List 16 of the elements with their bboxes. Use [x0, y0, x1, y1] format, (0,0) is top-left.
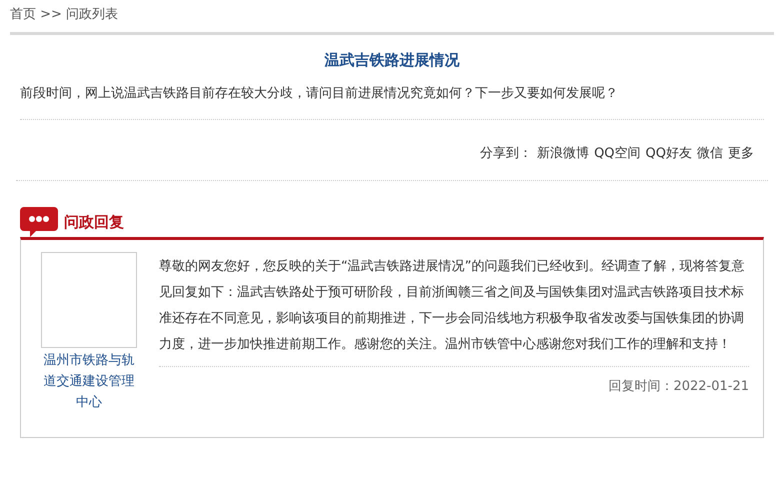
share-link[interactable]: 微信 — [697, 144, 723, 180]
chat-bubble-icon — [20, 207, 58, 237]
share-link[interactable]: 新浪微博 — [537, 144, 590, 180]
share-link[interactable]: QQ空间 — [594, 144, 641, 180]
question-title: 温武吉铁路进展情况 — [324, 50, 460, 71]
department-name: 温州市铁路与轨道交通建设管理中心 — [42, 352, 136, 412]
reply-heading: 问政回复 — [64, 212, 124, 233]
breadcrumb-separator: >> — [40, 7, 62, 22]
breadcrumb-link[interactable]: 首页 — [10, 7, 36, 22]
reply-time: 回复时间：2022-01-21 — [607, 378, 749, 396]
question-text: 前段时间，网上说温武吉铁路目前存在较大分歧，请问目前进展情况究竟如何？下一步又要如何发展呢？ — [19, 84, 619, 102]
share-link[interactable]: 更多 — [728, 144, 754, 180]
reply-text: 尊敬的网友您好，您反映的关于“温武吉铁路进展情况”的问题我们已经收到。经调查了解，现将答复意见回复如下：温武吉铁路处于预可研阶段，目前浙闽赣三省之间及与国铁集团对温武吉铁路项目技术标准还存在不同意见，影响该项目的前期推进，下一步会同沿线地方积极争取省发改委与国铁集团的协调力度，进一步加快推进前期工作。感谢您的关注。温州市铁管中心感谢您对我们工作的理解和支持！ — [159, 258, 746, 354]
share-link[interactable]: QQ好友 — [646, 144, 692, 180]
breadcrumb-link[interactable]: 问政列表 — [66, 7, 118, 22]
share-label: 分享到： — [480, 145, 532, 163]
